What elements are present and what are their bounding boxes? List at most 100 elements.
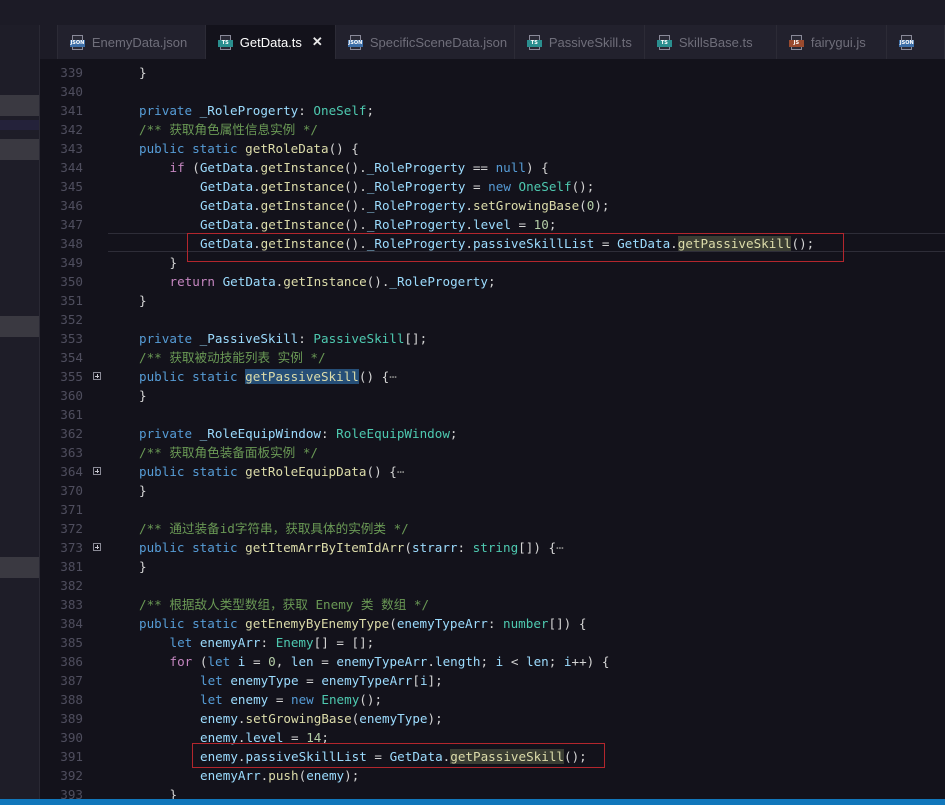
- code-token: .: [670, 236, 678, 251]
- code-line[interactable]: 382: [40, 576, 945, 595]
- code-text: public static getPassiveSkill() {⋯: [139, 367, 397, 386]
- code-line[interactable]: 391 enemy.passiveSkillList = GetData.getP…: [40, 747, 945, 766]
- code-line[interactable]: 373 public static getItemArrByItemIdArr(s…: [40, 538, 945, 557]
- code-line[interactable]: 347 GetData.getInstance()._RoleProgerty.l…: [40, 215, 945, 234]
- code-token: enemyType: [230, 673, 299, 688]
- code-line[interactable]: 342 /** 获取角色属性信息实例 */: [40, 120, 945, 139]
- code-token: .: [253, 179, 261, 194]
- code-line[interactable]: 392 enemyArr.push(enemy);: [40, 766, 945, 785]
- sidebar-row-highlight[interactable]: [0, 95, 39, 116]
- code-token: =: [313, 654, 337, 669]
- tab-getdata-ts[interactable]: TS GetData.ts ✕: [205, 25, 336, 59]
- code-line[interactable]: 355 public static getPassiveSkill() {⋯: [40, 367, 945, 386]
- code-line[interactable]: 340: [40, 82, 945, 101]
- code-text: public static getEnemyByEnemyType(enemyT…: [139, 614, 586, 633]
- code-token: GetData: [200, 217, 254, 232]
- code-line[interactable]: 360}: [40, 386, 945, 405]
- tab-enemydata-json[interactable]: JSON EnemyData.json: [57, 25, 206, 59]
- code-editor[interactable]: 339} 340 341 private _RoleProgerty: OneSelf…: [40, 60, 945, 800]
- code-line[interactable]: 343 public static getRoleData() {: [40, 139, 945, 158]
- code-token: _RoleProgerty: [389, 274, 488, 289]
- code-token: length: [434, 654, 481, 669]
- tab-fairygui-js[interactable]: JS fairygui.js: [776, 25, 888, 59]
- code-token: =: [245, 654, 269, 669]
- code-token: OneSelf: [518, 179, 572, 194]
- code-token: }: [139, 483, 147, 498]
- sidebar-row-highlight[interactable]: [0, 316, 39, 337]
- code-text: GetData.getInstance()._RoleProgerty = ne…: [200, 177, 594, 196]
- code-line[interactable]: 349}: [40, 253, 945, 272]
- code-line[interactable]: 363 /** 获取角色装备面板实例 */: [40, 443, 945, 462]
- code-line[interactable]: 393}: [40, 785, 945, 800]
- line-number: 341: [60, 103, 83, 118]
- line-number: 389: [60, 711, 83, 726]
- tab-passiveskill-ts[interactable]: TS PassiveSkill.ts: [514, 25, 645, 59]
- code-line[interactable]: 339}: [40, 63, 945, 82]
- expand-fold-icon[interactable]: [93, 372, 101, 380]
- code-token: 10: [533, 217, 549, 232]
- expand-fold-icon[interactable]: [93, 543, 101, 551]
- code-line[interactable]: 388 let enemy = new Enemy();: [40, 690, 945, 709]
- sidebar-row-highlight[interactable]: [0, 139, 39, 160]
- code-token: }: [139, 388, 147, 403]
- code-token: ;: [480, 654, 496, 669]
- code-line[interactable]: 354 /** 获取被动技能列表 实例 */: [40, 348, 945, 367]
- code-token: enemy: [306, 768, 345, 783]
- code-token: enemyTypeArr: [396, 616, 488, 631]
- close-tab-icon[interactable]: ✕: [312, 34, 323, 50]
- tab-specificscenedata-json[interactable]: JSON SpecificSceneData.json: [335, 25, 515, 59]
- code-token: :: [298, 331, 314, 346]
- code-token: static: [192, 464, 246, 479]
- code-line[interactable]: 345 GetData.getInstance()._RoleProgerty =…: [40, 177, 945, 196]
- code-token: [];: [404, 331, 428, 346]
- code-token: ().: [344, 217, 367, 232]
- code-token: enemyArr: [200, 768, 261, 783]
- code-line[interactable]: 344 if (GetData.getInstance()._RoleProger…: [40, 158, 945, 177]
- expand-fold-icon[interactable]: [93, 467, 101, 475]
- json-file-icon: JSON: [899, 34, 915, 50]
- code-line[interactable]: 341 private _RoleProgerty: OneSelf;: [40, 101, 945, 120]
- code-token: :: [260, 635, 276, 650]
- code-line[interactable]: 387 let enemyType = enemyTypeArr[i];: [40, 671, 945, 690]
- code-line[interactable]: 348 GetData.getInstance()._RoleProgerty.p…: [40, 234, 945, 253]
- code-line[interactable]: 351}: [40, 291, 945, 310]
- code-token: }: [139, 65, 147, 80]
- code-line[interactable]: 371: [40, 500, 945, 519]
- code-line[interactable]: 372 /** 通过装备id字符串，获取具体的实例类 */: [40, 519, 945, 538]
- code-line[interactable]: 384 public static getEnemyByEnemyType(ene…: [40, 614, 945, 633]
- code-token: ++) {: [571, 654, 610, 669]
- code-token: _PassiveSkill: [199, 331, 299, 346]
- code-line[interactable]: 352: [40, 310, 945, 329]
- code-token: ();: [359, 692, 383, 707]
- code-line[interactable]: 385 let enemyArr: Enemy[] = [];: [40, 633, 945, 652]
- code-token: _RoleProgerty: [366, 198, 466, 213]
- code-token: getPassiveSkill: [450, 749, 564, 764]
- code-line[interactable]: 386 for (let i = 0, len = enemyTypeArr.le…: [40, 652, 945, 671]
- code-line[interactable]: 389 enemy.setGrowingBase(enemyType);: [40, 709, 945, 728]
- tab-label: SkillsBase.ts: [678, 34, 753, 50]
- tab-overflow[interactable]: JSON: [887, 25, 945, 59]
- tab-label: EnemyData.json: [91, 34, 188, 50]
- code-text: /** 获取角色属性信息实例 */: [139, 120, 318, 139]
- code-line[interactable]: 381}: [40, 557, 945, 576]
- code-line[interactable]: 364 public static getRoleEquipData() {⋯: [40, 462, 945, 481]
- code-line[interactable]: 362 private _RoleEquipWindow: RoleEquipWi…: [40, 424, 945, 443]
- code-token: let: [200, 673, 231, 688]
- code-line[interactable]: 346 GetData.getInstance()._RoleProgerty.s…: [40, 196, 945, 215]
- code-line[interactable]: 350 return GetData.getInstance()._RolePro…: [40, 272, 945, 291]
- code-line[interactable]: 390 enemy.level = 14;: [40, 728, 945, 747]
- code-token: /** 获取角色装备面板实例 */: [139, 445, 319, 460]
- sidebar-row-selected[interactable]: [0, 120, 39, 130]
- tab-skillsbase-ts[interactable]: TS SkillsBase.ts: [644, 25, 777, 59]
- code-token: ) {: [525, 160, 549, 175]
- code-token: new: [291, 692, 322, 707]
- explorer-sidebar[interactable]: [0, 25, 40, 800]
- code-line[interactable]: 383 /** 根据敌人类型数组，获取 Enemy 类 数组 */: [40, 595, 945, 614]
- sidebar-row-highlight[interactable]: [0, 557, 39, 578]
- code-text: enemy.level = 14;: [200, 728, 329, 747]
- code-line[interactable]: 370}: [40, 481, 945, 500]
- code-text: enemyArr.push(enemy);: [200, 766, 359, 785]
- code-line[interactable]: 361: [40, 405, 945, 424]
- code-token: ;: [548, 217, 557, 232]
- code-line[interactable]: 353 private _PassiveSkill: PassiveSkill[]…: [40, 329, 945, 348]
